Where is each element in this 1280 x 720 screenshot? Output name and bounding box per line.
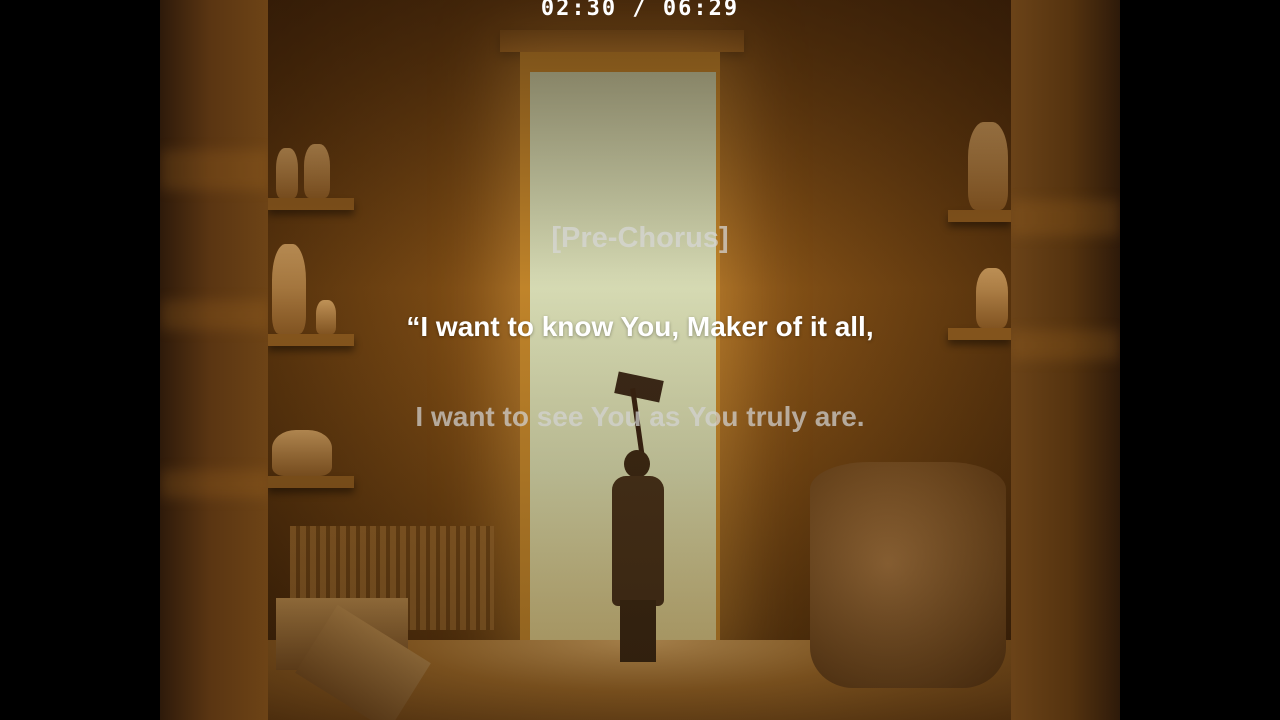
lyric-next-line: I want to see You as You truly are. (415, 401, 865, 432)
album-artwork (268, 0, 1011, 720)
blurred-artwork-right (1010, 0, 1120, 720)
shade-overlay (268, 0, 1011, 720)
video-player[interactable]: 02:30 / 06:29 [Pre-Chorus] “I want to kn… (0, 0, 1280, 720)
blurred-artwork-left (160, 0, 270, 720)
lyric-current-line: “I want to know You, Maker of it all, (406, 311, 874, 342)
playback-time: 02:30 / 06:29 (540, 0, 740, 21)
lyric-section-label: [Pre-Chorus] (551, 222, 729, 254)
